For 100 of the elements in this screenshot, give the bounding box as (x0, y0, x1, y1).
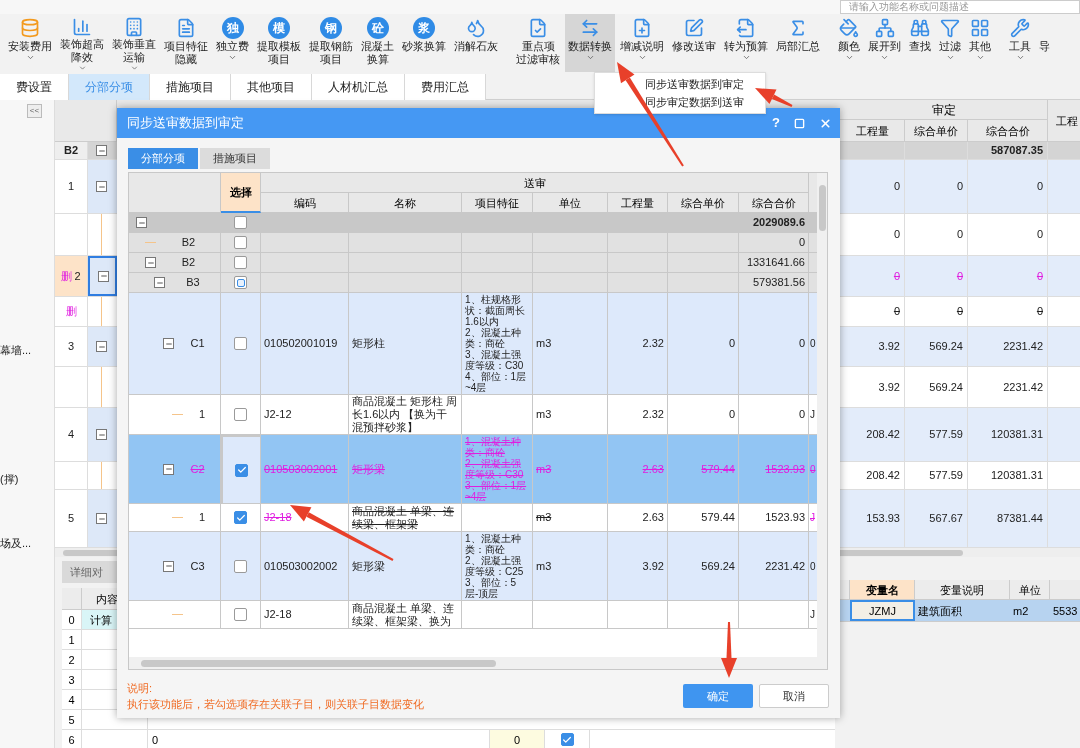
toolbar-button[interactable]: 增减说明 (617, 14, 667, 72)
network-icon (874, 18, 895, 38)
tree-toggle[interactable] (96, 181, 107, 192)
extra-text: J (810, 408, 815, 421)
database-icon (20, 18, 40, 38)
tab[interactable]: 措施项目 (200, 148, 270, 169)
table-row[interactable]: 1 J2-12 商品混凝土 矩形柱 周长1.6以内 【换为干混预拌砂浆】 m3 2.32 0 0 J (129, 395, 817, 435)
checkbox[interactable] (234, 511, 247, 524)
toolbar-button[interactable]: 展开到 (865, 14, 904, 72)
checkbox[interactable] (234, 608, 247, 621)
tree-toggle[interactable] (96, 513, 107, 524)
table-row[interactable]: B2 1331641.66 (129, 253, 817, 273)
cancel-button[interactable]: 取消 (759, 684, 829, 708)
minus-icon (164, 562, 173, 570)
toolbar-button[interactable]: 重点项 过滤审核 (513, 14, 563, 72)
close-icon[interactable] (819, 116, 832, 130)
tab[interactable]: 措施项目 (150, 74, 231, 100)
tree-toggle[interactable] (96, 341, 107, 352)
table-row[interactable]: C3 010503002002 矩形梁 1、混凝土种类：商砼 2、混凝土强度等级：C25 3、部位：5层-顶层 m3 3.92 569.24 2231.42 0 (129, 532, 817, 601)
character-icon: 浆 (413, 17, 435, 39)
maximize-icon[interactable] (794, 117, 805, 129)
tree-toggle[interactable] (96, 429, 107, 440)
total-text: 2231.42 (765, 559, 805, 573)
note-text: 执行该功能后，若勾选项存在关联子目，则关联子目数据变化 (127, 697, 425, 712)
tree-toggle[interactable] (154, 277, 165, 288)
checkbox[interactable] (234, 559, 247, 573)
toolbar-button[interactable]: 导 (1036, 14, 1053, 72)
checkbox[interactable] (234, 337, 247, 350)
checkbox[interactable] (234, 408, 247, 421)
table-cell-text: 3.92 (878, 379, 900, 395)
toolbar-button[interactable]: 独 独立费 (213, 14, 252, 72)
sidebar-item[interactable]: 幕墙... (0, 342, 54, 359)
row-label: 1 (197, 407, 207, 423)
menu-item[interactable]: 同步审定数据到送审 (595, 93, 765, 111)
tab[interactable]: 费设置 (0, 74, 69, 100)
toolbar-button[interactable]: 查找 (906, 14, 934, 72)
toolbar-button[interactable]: 工具 (1006, 14, 1034, 72)
row-number: 1 (67, 179, 75, 195)
column-header: 单位 (1010, 580, 1050, 599)
tree-toggle[interactable] (98, 270, 109, 282)
checkbox[interactable] (234, 236, 247, 249)
price-text: 569.24 (701, 559, 735, 573)
toolbar-button[interactable]: 项目特征 隐藏 (161, 14, 211, 72)
toolbar-button[interactable]: 过滤 (936, 14, 964, 72)
toolbar-button[interactable]: 砼 混凝土 换算 (358, 14, 397, 72)
tree-toggle[interactable] (96, 145, 107, 156)
tab[interactable]: 人材机汇总 (312, 74, 405, 100)
note-title: 说明: (127, 681, 154, 696)
caret-icon (637, 53, 647, 62)
tree-toggle[interactable] (163, 338, 174, 349)
table-cell-text: 0 (1036, 268, 1043, 284)
caret-icon (741, 53, 751, 62)
toolbar-button[interactable]: 消解石灰 (451, 14, 501, 72)
table-cell: 计算 (90, 614, 112, 626)
table-row[interactable]: B2 0 (129, 233, 817, 253)
checkbox[interactable] (235, 463, 248, 477)
features-text: 1、混凝土种类：商砼 2、混凝土强度等级：C30 3、部位：1层~4层 (465, 436, 528, 502)
toolbar-button[interactable]: 修改送审 (669, 14, 719, 72)
toolbar-button[interactable]: 其他 (966, 14, 994, 72)
toolbar-button[interactable]: 浆 砂浆换算 (399, 14, 449, 72)
tree-toggle[interactable] (163, 560, 174, 572)
total-text: 0 (798, 408, 805, 421)
toolbar-button[interactable]: 转为预算 (721, 14, 771, 72)
checkbox[interactable] (234, 276, 247, 289)
binoculars-icon (910, 18, 930, 38)
tree-toggle[interactable] (145, 257, 156, 268)
vertical-scrollbar[interactable] (818, 185, 826, 231)
table-cell-text: 2231.42 (1003, 339, 1043, 355)
table-cell-text: 153.93 (866, 511, 900, 527)
caret-icon (945, 53, 955, 62)
table-row[interactable]: 2029089.6 (129, 213, 817, 233)
tree-toggle[interactable] (136, 217, 147, 228)
sidebar-item[interactable]: 场及... (0, 535, 54, 552)
tab[interactable]: 其他项目 (231, 74, 312, 100)
quantity-text: 2.63 (642, 462, 664, 476)
table-row[interactable]: B3 579381.56 (129, 273, 817, 293)
toolbar-button[interactable]: 装饰超高 降效 (57, 14, 107, 72)
table-row[interactable]: C1 010502001019 矩形柱 1、柱规格形状：截面周长1.6以内 2、混凝土种类：商砼 3、混凝土强度等级：C30 4、部位：1层~4层 m3 2.32 0 0 0 (129, 293, 817, 395)
checkbox[interactable] (560, 733, 574, 746)
tree-toggle[interactable] (163, 463, 174, 475)
menu-item[interactable]: 同步送审数据到审定 (595, 75, 765, 93)
toolbar-button[interactable]: 模 提取模板 项目 (254, 14, 304, 72)
toolbar-button[interactable]: 数据转换 (565, 14, 615, 72)
toolbar-button[interactable]: 钢 提取钢筋 项目 (306, 14, 356, 72)
tab[interactable]: 费用汇总 (405, 74, 486, 100)
table-row[interactable]: J2-18 商品混凝土 单梁、连续梁、框架梁、换为 J (129, 601, 817, 629)
horizontal-scrollbar[interactable] (141, 659, 496, 667)
table-cell-text: m2 (1012, 604, 1030, 619)
search-field[interactable]: 请输入功能名称或问题描述 (840, 0, 1080, 14)
toolbar-button[interactable]: 安装费用 (5, 14, 55, 72)
toolbar-button[interactable]: 局部汇总 (773, 14, 823, 72)
collapse-button[interactable]: << (27, 104, 42, 118)
checkbox[interactable] (234, 216, 247, 229)
checkbox[interactable] (234, 256, 247, 269)
table-row[interactable]: 1 J2-18 商品混凝土 单梁、连续梁、框架梁 m3 2.63 579.44 1523.93 J (129, 504, 817, 532)
toolbar-button[interactable]: 装饰垂直 运输 (109, 14, 159, 72)
sidebar-item[interactable]: (撑) (0, 470, 54, 487)
column-header[interactable]: 选择 (221, 173, 261, 213)
toolbar-button[interactable]: 颜色 (835, 14, 863, 72)
table-cell-text: 587087.35 (991, 143, 1043, 159)
